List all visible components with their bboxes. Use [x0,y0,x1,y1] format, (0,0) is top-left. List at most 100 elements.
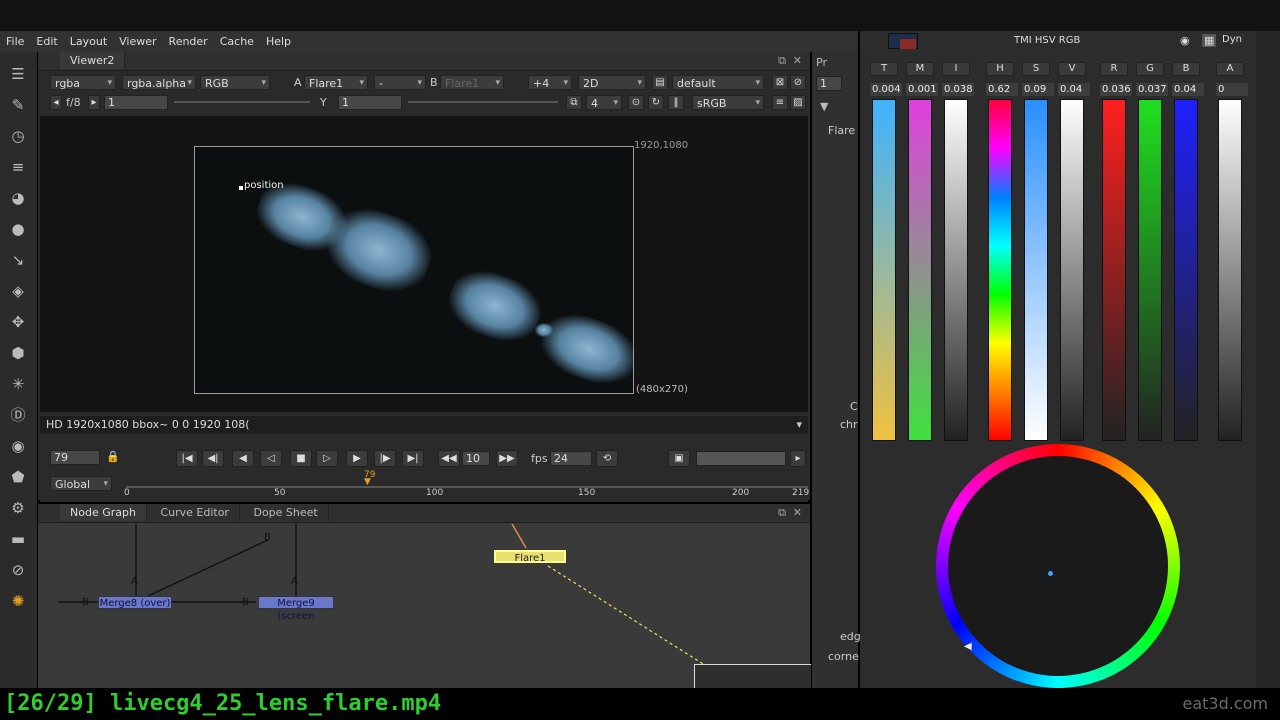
node-graph-panel[interactable]: Node Graph Curve Editor Dope Sheet ⧉ ✕ A… [38,504,811,689]
channel-button-m[interactable]: M [906,62,934,76]
channels-dropdown[interactable]: rgba [50,75,116,91]
compare-op-dropdown[interactable]: - [374,75,426,91]
lock-icon[interactable]: ▤ [652,75,668,90]
timeline-track[interactable] [126,486,808,488]
input-process-icon[interactable]: ≡ [772,95,788,110]
proxy-icon[interactable]: ⧉ [566,95,582,110]
channel-value-h[interactable]: 0.62 [986,83,1018,96]
3d-tool-icon[interactable]: ⬢ [8,343,28,363]
last-frame-button[interactable]: ▶| [402,450,424,467]
playback-range-arrow[interactable]: ▸ [790,450,806,467]
input-b-dropdown[interactable]: Flare1 [440,75,504,91]
merge8-node[interactable]: Merge8 (over) [98,596,172,609]
channel-slider-h[interactable] [988,99,1012,441]
gamma-slider[interactable] [408,101,558,103]
step-forward-button[interactable]: ▶▶ [496,450,518,467]
swatch-grid-icon[interactable]: ▦ [1202,34,1217,47]
hue-marker-icon[interactable]: ◀ [964,641,972,652]
play-backward-button[interactable]: ◁ [260,450,282,467]
input-a-dropdown[interactable]: Flare1 [304,75,368,91]
flare1-node[interactable]: Flare1 [494,550,566,564]
draw-tool-icon[interactable]: ✎ [8,95,28,115]
channel-slider-b[interactable] [1174,99,1198,441]
next-keyframe-button[interactable]: |▶ [374,450,396,467]
deep-tool-icon[interactable]: Ⓓ [8,405,28,425]
step-back-button[interactable]: ◀◀ [438,450,460,467]
play-forward-button[interactable]: ▷ [316,450,338,467]
channel-button-s[interactable]: S [1022,62,1050,76]
channel-value-b[interactable]: 0.04 [1172,83,1204,96]
particles-tool-icon[interactable]: ✳ [8,374,28,394]
max-panels-field[interactable]: 1 [816,76,842,91]
fstop-prev-icon[interactable]: ◂ [50,95,62,110]
menu-layout[interactable]: Layout [64,31,113,52]
info-dropdown-icon[interactable]: ▾ [796,416,802,434]
alpha-dropdown[interactable]: rgba.alpha [122,75,196,91]
gamma-field[interactable]: 1 [338,95,402,110]
view-mode-dropdown[interactable]: 2D [578,75,646,91]
next-frame-button[interactable]: ▶ [346,450,368,467]
clip-icon[interactable]: ⊘ [790,75,806,90]
prev-frame-button[interactable]: ◀ [232,450,254,467]
views-tool-icon[interactable]: ◉ [8,436,28,456]
channel-tool-icon[interactable]: ≡ [8,157,28,177]
playback-range-field[interactable] [696,451,786,466]
roi-icon[interactable]: ⊠ [772,75,788,90]
lut-dropdown[interactable]: default [672,75,764,91]
collapse-icon[interactable]: ▼ [820,100,828,113]
menu-render[interactable]: Render [163,31,214,52]
channel-slider-m[interactable] [908,99,932,441]
gain-field[interactable]: 1 [104,95,168,110]
prev-keyframe-button[interactable]: ◀| [202,450,224,467]
tab-properties[interactable]: Pr [816,56,827,69]
stop-button[interactable]: ■ [290,450,312,467]
channel-slider-a[interactable] [1218,99,1242,441]
guides-icon[interactable]: ⊙ [628,95,644,110]
channel-slider-s[interactable] [1024,99,1048,441]
metadata-tool-icon[interactable]: ⬟ [8,467,28,487]
transform-tool-icon[interactable]: ✥ [8,312,28,332]
channel-button-t[interactable]: T [870,62,898,76]
merge-tool-icon[interactable]: ◈ [8,281,28,301]
channel-slider-i[interactable] [944,99,968,441]
menu-viewer[interactable]: Viewer [113,31,162,52]
gain-slider[interactable] [174,101,310,103]
fps-field[interactable]: 24 [550,451,592,466]
refresh-icon[interactable]: ↻ [648,95,664,110]
furnace-tool-icon[interactable]: ✺ [8,591,28,611]
channel-value-r[interactable]: 0.036 [1100,83,1132,96]
channel-value-s[interactable]: 0.09 [1022,83,1054,96]
display-dropdown[interactable]: sRGB [692,95,764,111]
proxy-dropdown[interactable]: 4 [586,95,622,111]
channel-button-g[interactable]: G [1136,62,1164,76]
loop-button[interactable]: ⟲ [596,450,618,467]
viewer-tool-icon[interactable]: ☰ [8,64,28,84]
range-dropdown[interactable]: Global [50,476,112,492]
channel-slider-g[interactable] [1138,99,1162,441]
merge9-node[interactable]: Merge9 (screen [258,596,334,622]
channel-button-b[interactable]: B [1172,62,1200,76]
channel-button-i[interactable]: I [942,62,970,76]
first-frame-button[interactable]: |◀ [176,450,198,467]
tab-viewer2[interactable]: Viewer2 [60,52,126,69]
keyer-tool-icon[interactable]: ↘ [8,250,28,270]
color-tool-icon[interactable]: ◕ [8,188,28,208]
color-wheel-center[interactable] [948,456,1168,676]
position-handle[interactable] [239,186,243,190]
wipe-icon[interactable]: ▨ [790,95,806,110]
channel-slider-v[interactable] [1060,99,1084,441]
zoom-dropdown[interactable]: +4 [528,75,572,91]
time-tool-icon[interactable]: ◷ [8,126,28,146]
colorspace-dropdown[interactable]: RGB [200,75,270,91]
plugins-tool-icon[interactable]: ⊘ [8,560,28,580]
frame-field[interactable]: 79 [50,450,100,465]
other-tool-icon[interactable]: ⚙ [8,498,28,518]
menu-cache[interactable]: Cache [214,31,260,52]
channel-value-m[interactable]: 0.001 [906,83,938,96]
close-icon[interactable]: ✕ [793,54,802,67]
flipbook-button[interactable]: ▣ [668,450,690,467]
channel-value-v[interactable]: 0.04 [1058,83,1090,96]
channel-value-t[interactable]: 0.004 [870,83,902,96]
channel-slider-t[interactable] [872,99,896,441]
channel-button-v[interactable]: V [1058,62,1086,76]
